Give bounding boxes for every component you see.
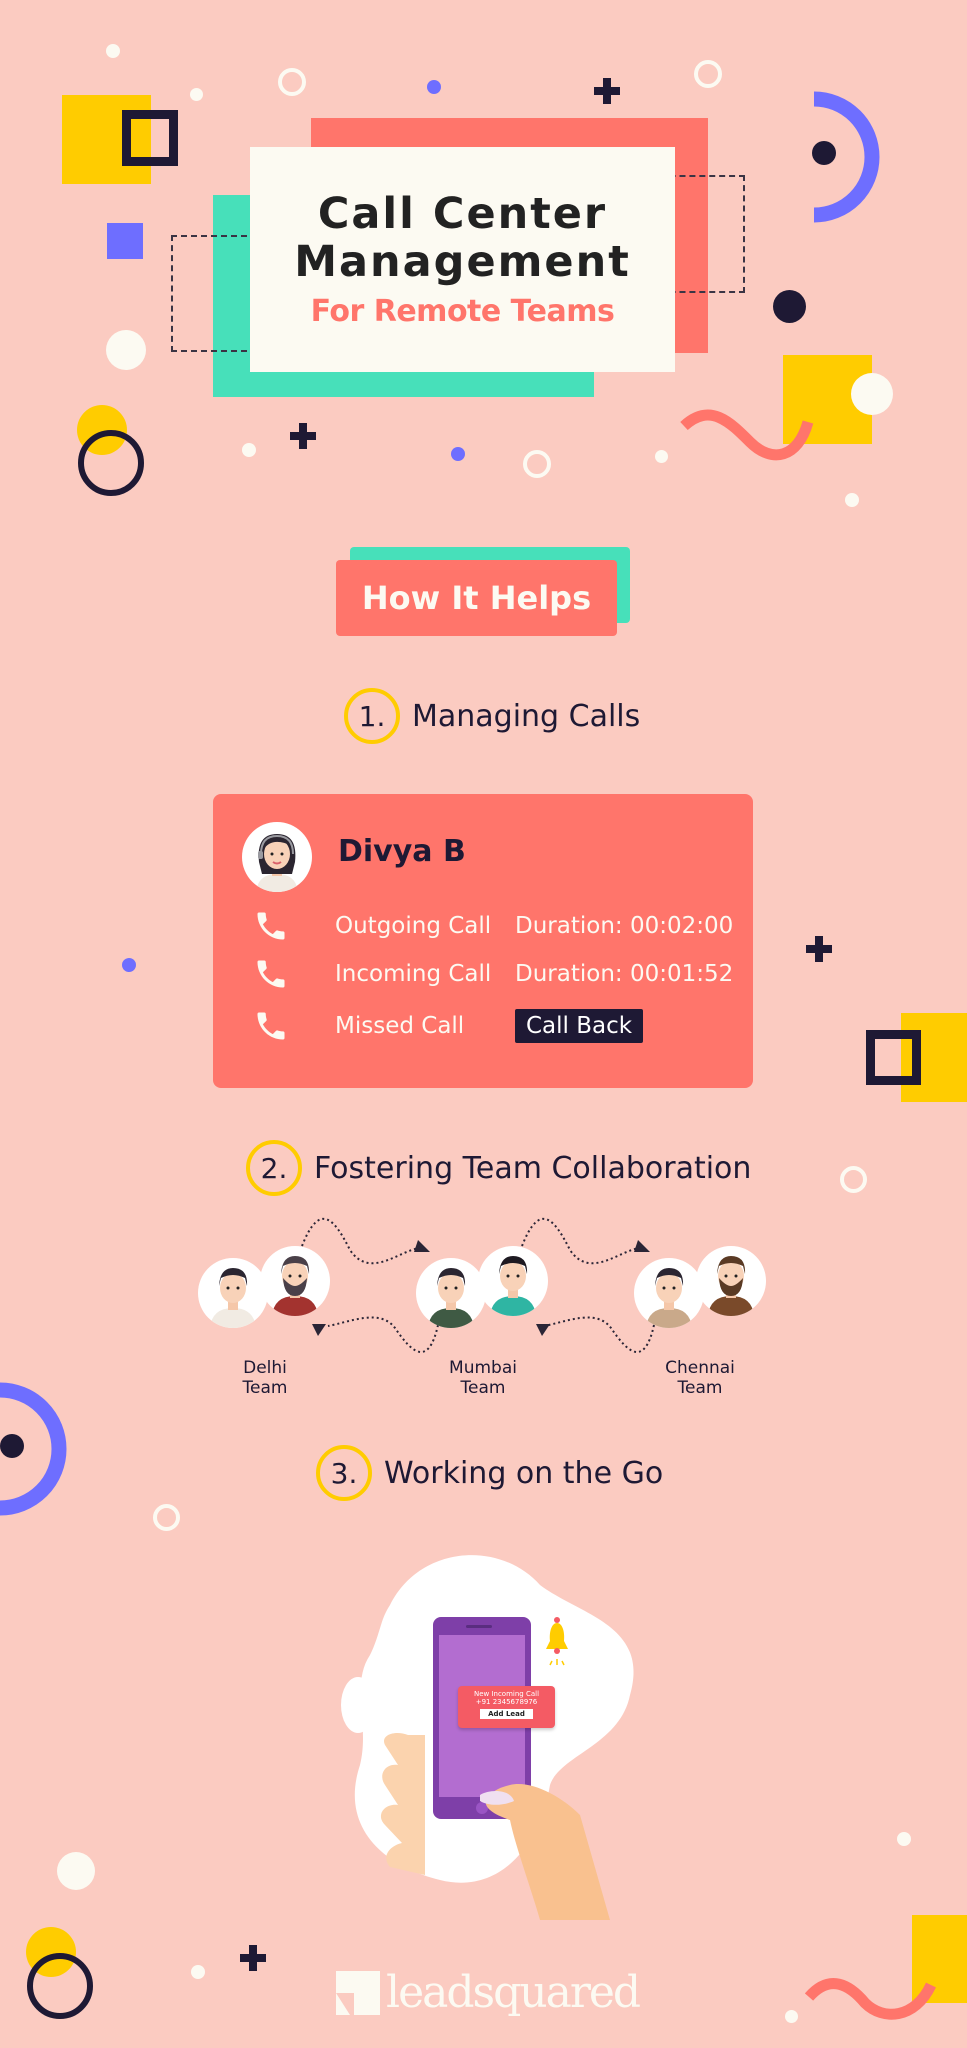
phone-icon — [257, 960, 285, 988]
plus-icon — [290, 423, 316, 449]
mumbai-agent-2-avatar — [478, 1246, 548, 1316]
plus-icon — [594, 78, 620, 104]
decor-dot — [851, 373, 893, 415]
notification-title: New Incoming Call — [473, 1690, 540, 1698]
call-back-button[interactable]: Call Back — [515, 1009, 644, 1043]
plus-icon — [240, 1945, 266, 1971]
decor-squiggle — [680, 409, 814, 461]
page-title-line2: Management — [294, 237, 631, 287]
logo-text: leadsquared — [386, 1967, 641, 2018]
section-number-badge: 1. — [344, 688, 400, 744]
how-it-helps-label: How It Helps — [361, 579, 592, 617]
section-number-badge: 3. — [316, 1445, 372, 1501]
plus-icon — [806, 936, 832, 962]
page-subtitle: For Remote Teams — [310, 294, 615, 329]
logo-mark-icon — [336, 1971, 380, 2015]
team-label-chennai: Chennai Team — [665, 1358, 735, 1398]
arrow-right-icon — [634, 1240, 650, 1252]
decor-dot — [106, 330, 146, 370]
section-heading-working-on-the-go: 3. Working on the Go — [316, 1445, 663, 1501]
phone-illustration — [341, 1555, 634, 1920]
decor-dot — [812, 141, 836, 165]
decor-dot — [242, 443, 256, 457]
section-heading-team-collaboration: 2. Fostering Team Collaboration — [246, 1140, 751, 1196]
section-title: Working on the Go — [384, 1455, 664, 1491]
decor-dot — [897, 1832, 911, 1846]
decor-outline-square — [122, 110, 178, 166]
decor-dot — [190, 88, 203, 101]
page-title-line1: Call Center — [317, 189, 608, 239]
phone-icon — [257, 1012, 285, 1040]
decor-ring — [153, 1504, 180, 1531]
team-label-mumbai: Mumbai Team — [449, 1358, 517, 1398]
section-number-badge: 2. — [246, 1140, 302, 1196]
decor-outline-square — [866, 1030, 921, 1085]
leadsquared-logo: leadsquared — [336, 1967, 641, 2018]
decor-dot — [57, 1852, 95, 1890]
notification-number: +91 2345678976 — [475, 1698, 538, 1706]
decor-purple-square — [107, 223, 143, 259]
section-title: Managing Calls — [412, 698, 641, 734]
add-lead-button[interactable]: Add Lead — [480, 1709, 533, 1719]
chennai-agent-2-avatar — [696, 1246, 766, 1316]
title-card: Call Center Management For Remote Teams — [250, 147, 675, 372]
decor-squiggle — [805, 1978, 936, 2020]
decor-ring — [27, 1953, 93, 2019]
delhi-agent-2-avatar — [260, 1246, 330, 1316]
decor-ring — [278, 68, 306, 96]
delhi-agent-1-avatar — [198, 1258, 268, 1328]
decor-dot — [106, 44, 120, 58]
agent-name: Divya B — [338, 834, 466, 869]
chennai-agent-1-avatar — [634, 1258, 704, 1328]
agent-avatar — [242, 822, 312, 892]
decor-dot — [191, 1965, 205, 1979]
how-it-helps-banner: How It Helps — [336, 560, 617, 636]
arrow-right-icon — [414, 1240, 430, 1252]
call-duration: Duration: 00:01:52 — [515, 961, 734, 987]
call-row-incoming: Incoming Call Duration: 00:01:52 — [253, 954, 733, 994]
decor-dot — [122, 958, 136, 972]
call-log-card: Divya B Outgoing Call Duration: 00:02:00… — [213, 794, 753, 1088]
decor-ring — [78, 430, 144, 496]
arrow-left-icon — [312, 1324, 326, 1336]
phone-icon — [257, 912, 285, 940]
call-type-label: Missed Call — [335, 1013, 465, 1039]
decor-dot — [655, 450, 668, 463]
section-title: Fostering Team Collaboration — [314, 1150, 752, 1186]
decor-dot — [845, 493, 859, 507]
decor-dot — [451, 447, 465, 461]
decor-dot — [0, 1434, 24, 1458]
section-heading-managing-calls: 1. Managing Calls — [344, 688, 640, 744]
decor-dot — [773, 290, 806, 323]
team-label-delhi: Delhi Team — [242, 1358, 288, 1398]
incoming-call-notification: New Incoming Call +91 2345678976 Add Lea… — [458, 1686, 555, 1728]
agent-illustration — [256, 834, 298, 892]
call-type-label: Incoming Call — [335, 961, 492, 987]
call-duration: Duration: 00:02:00 — [515, 913, 734, 939]
decor-ring — [523, 450, 551, 478]
arrow-left-icon — [536, 1324, 550, 1336]
call-row-missed: Missed Call Call Back — [253, 1006, 644, 1046]
call-row-outgoing: Outgoing Call Duration: 00:02:00 — [253, 906, 733, 946]
decor-ring — [840, 1166, 867, 1193]
call-type-label: Outgoing Call — [335, 913, 492, 939]
mumbai-agent-1-avatar — [416, 1258, 486, 1328]
decor-ring — [694, 60, 722, 88]
decor-dot — [427, 80, 441, 94]
decor-dot — [785, 2010, 798, 2023]
